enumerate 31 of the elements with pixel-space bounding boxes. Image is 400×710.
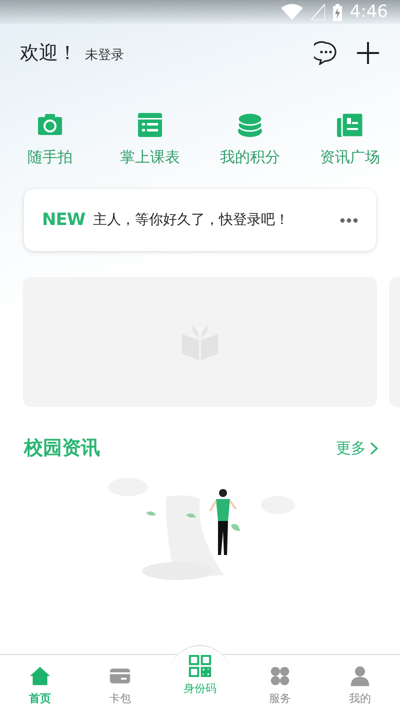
camera-icon[interactable] (37, 112, 63, 138)
section-title: 校园资讯 (24, 436, 100, 461)
schedule-icon[interactable] (137, 112, 163, 138)
shortcut-label[interactable]: 我的积分 (220, 148, 280, 167)
home-icon (29, 665, 51, 687)
tab[interactable]: 我的 (320, 655, 400, 710)
news-icon[interactable] (337, 112, 363, 138)
new-tag: NEW (42, 210, 86, 230)
message-icon[interactable] (314, 41, 338, 65)
notice-text: 主人，等你好久了，快登录吧！ (93, 211, 290, 229)
battery-icon (332, 4, 342, 20)
wifi-icon (280, 4, 303, 20)
more-link[interactable]: 更多 (336, 438, 378, 458)
add-icon[interactable] (356, 41, 380, 65)
chevron-icon (370, 442, 378, 454)
qr-code-icon (188, 655, 212, 677)
shortcut-label[interactable]: 随手拍 (28, 148, 72, 167)
shortcut-label[interactable]: 资讯广场 (320, 148, 380, 167)
tab[interactable]: 服务 (240, 655, 320, 710)
greeting-text: 欢迎！ (20, 41, 77, 66)
person-icon (349, 665, 371, 687)
more-icon[interactable] (340, 218, 358, 222)
status-time: 4:46 (350, 2, 388, 22)
login-status[interactable]: 未登录 (85, 46, 124, 64)
notice-card[interactable]: NEW 主人，等你好久了，快登录吧！ (24, 189, 376, 251)
tab[interactable]: 卡包 (80, 655, 160, 710)
signal-icon (310, 4, 325, 20)
points-icon[interactable] (237, 112, 263, 138)
shortcut-label[interactable]: 掌上课表 (120, 148, 180, 167)
grid-icon (269, 665, 291, 687)
tab[interactable]: 首页 (0, 655, 80, 710)
